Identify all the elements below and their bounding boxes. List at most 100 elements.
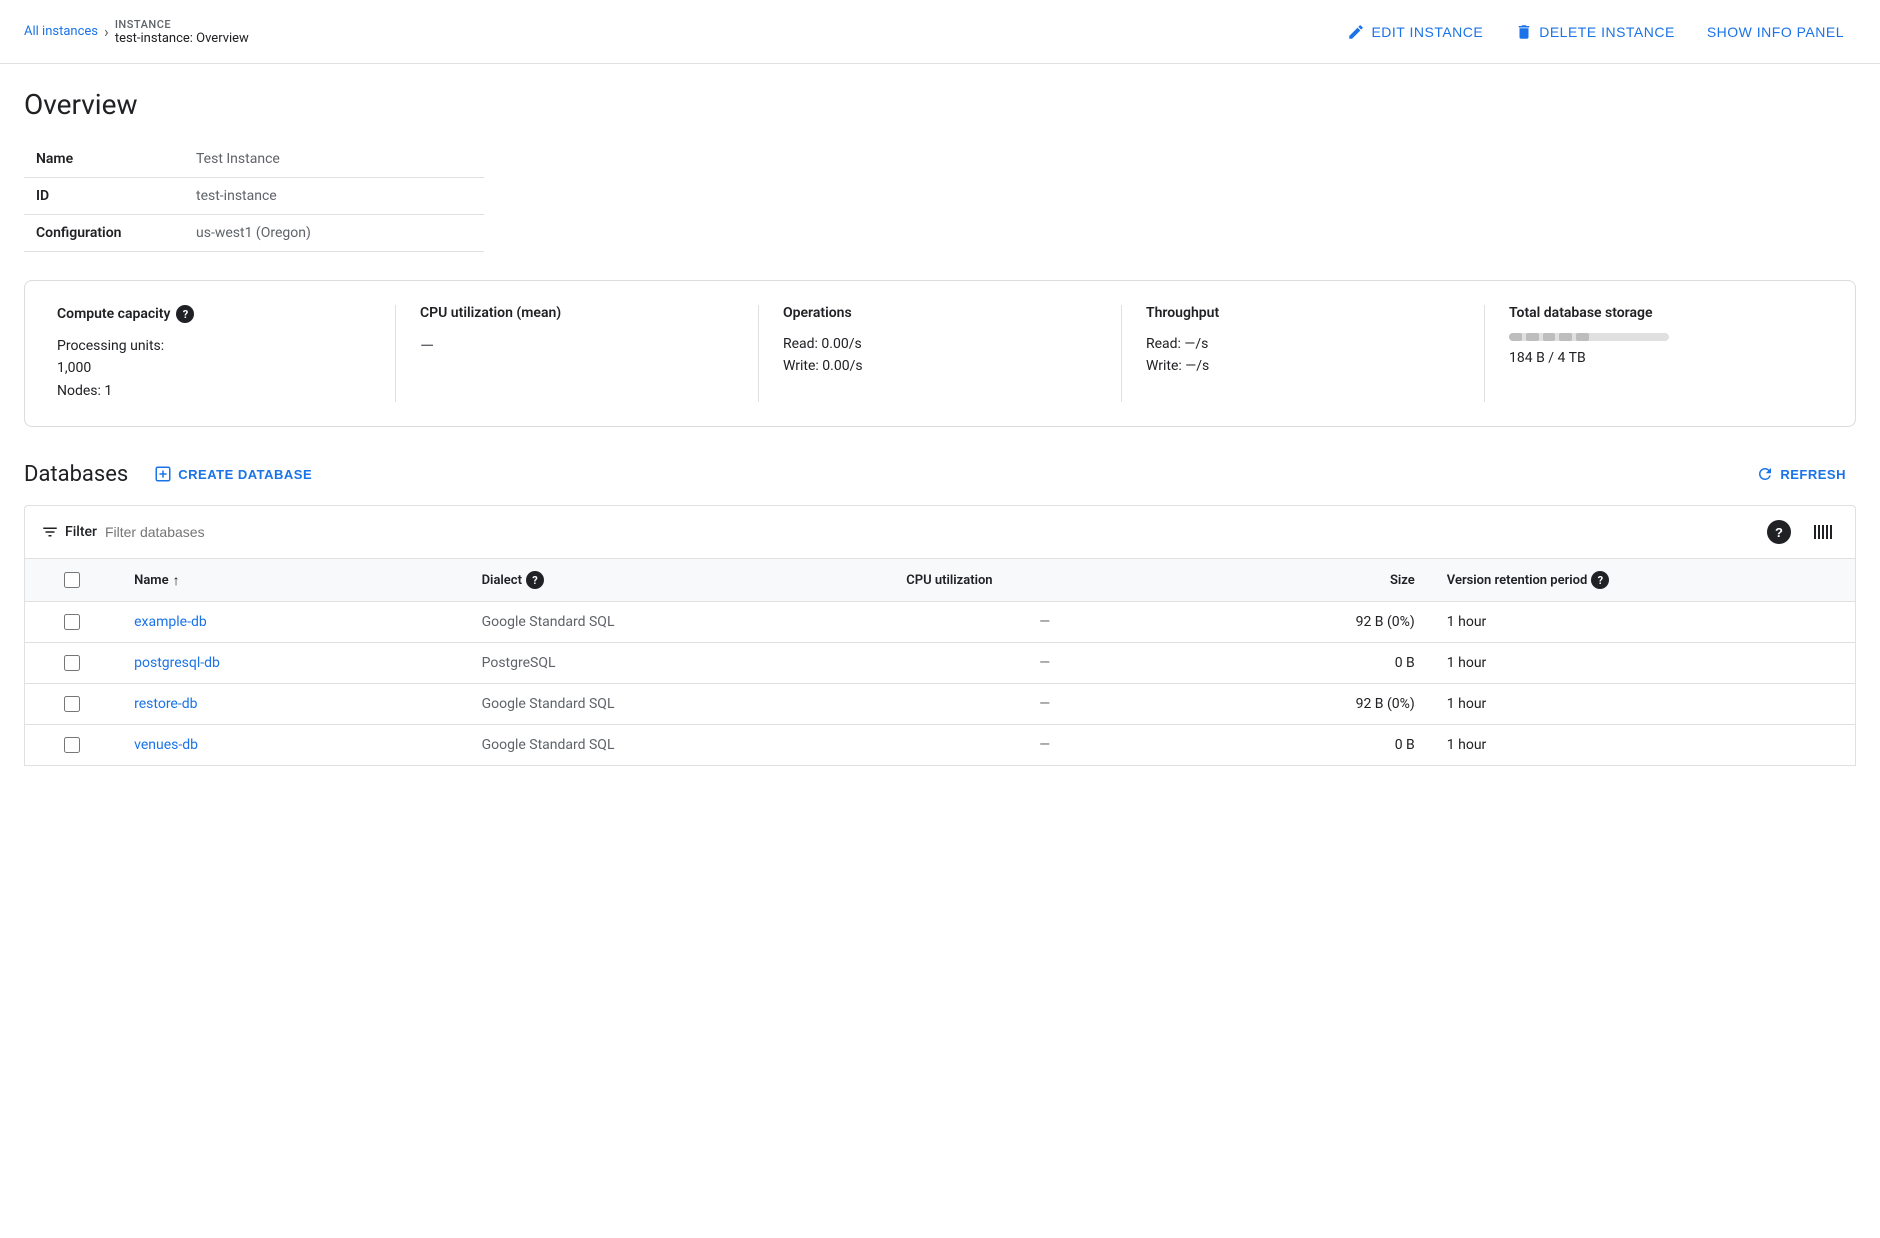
refresh-icon (1756, 465, 1774, 483)
ops-write: Write: 0.00/s (783, 355, 1097, 377)
main-content: Overview Name Test Instance ID test-inst… (0, 64, 1880, 790)
filter-left: Filter (41, 523, 305, 541)
instance-name: test-instance: Overview (115, 31, 249, 46)
row-cpu-0: — (890, 602, 1199, 643)
processing-units-number: 1,000 (57, 357, 371, 379)
overview-value-id: test-instance (184, 178, 484, 215)
table-row: postgresql-db PostgreSQL — 0 B 1 hour (25, 643, 1856, 684)
row-retention-3: 1 hour (1431, 725, 1856, 766)
metric-ops-label: Operations (783, 305, 1097, 321)
row-cpu-3: — (890, 725, 1199, 766)
header-dialect: Dialect ? (466, 559, 891, 602)
show-info-panel-button[interactable]: SHOW INFO PANEL (1695, 16, 1856, 48)
row-checkbox-cell (25, 643, 119, 684)
create-database-label: CREATE DATABASE (178, 467, 312, 482)
table-row: venues-db Google Standard SQL — 0 B 1 ho… (25, 725, 1856, 766)
storage-bar-fill-2 (1526, 333, 1539, 341)
table-row: restore-db Google Standard SQL — 92 B (0… (25, 684, 1856, 725)
metric-cpu-value: — (420, 333, 734, 362)
ops-read: Read: 0.00/s (783, 333, 1097, 355)
overview-row-config: Configuration us-west1 (Oregon) (24, 215, 484, 252)
select-all-checkbox[interactable] (64, 572, 80, 588)
filter-icon (41, 523, 59, 541)
db-name-link-1[interactable]: postgresql-db (134, 655, 220, 671)
row-retention-1: 1 hour (1431, 643, 1856, 684)
databases-title-row: Databases CREATE DATABASE (24, 459, 322, 489)
row-size-0: 92 B (0%) (1199, 602, 1431, 643)
create-db-icon (154, 465, 172, 483)
db-name-link-2[interactable]: restore-db (134, 696, 197, 712)
db-name-link-3[interactable]: venues-db (134, 737, 198, 753)
row-dialect-1: PostgreSQL (466, 643, 891, 684)
filter-help-button[interactable]: ? (1763, 516, 1795, 548)
instance-label: INSTANCE (115, 18, 249, 31)
overview-table: Name Test Instance ID test-instance Conf… (24, 141, 484, 252)
row-name-1: postgresql-db (118, 643, 465, 684)
columns-icon (1811, 520, 1835, 544)
row-checkbox-1[interactable] (64, 655, 80, 671)
delete-icon (1515, 23, 1533, 41)
row-checkbox-2[interactable] (64, 696, 80, 712)
metrics-card: Compute capacity ? Processing units: 1,0… (24, 280, 1856, 427)
row-name-0: example-db (118, 602, 465, 643)
row-size-1: 0 B (1199, 643, 1431, 684)
delete-instance-button[interactable]: DELETE INSTANCE (1503, 15, 1687, 49)
header-cpu: CPU utilization (890, 559, 1199, 602)
filter-input[interactable] (105, 524, 305, 540)
db-name-link-0[interactable]: example-db (134, 614, 207, 630)
filter-bar: Filter ? (24, 505, 1856, 559)
header-retention: Version retention period ? (1431, 559, 1856, 602)
filter-right: ? (1763, 516, 1839, 548)
retention-help-icon[interactable]: ? (1591, 571, 1609, 589)
page-title: Overview (24, 88, 1856, 121)
row-checkbox-0[interactable] (64, 614, 80, 630)
header-size: Size (1199, 559, 1431, 602)
top-bar: All instances › INSTANCE test-instance: … (0, 0, 1880, 64)
storage-used-text: 184 B / 4 TB (1509, 347, 1823, 369)
metric-compute-value: Processing units: 1,000 Nodes: 1 (57, 335, 371, 402)
edit-icon (1347, 23, 1365, 41)
databases-header: Databases CREATE DATABASE REFRESH (24, 459, 1856, 489)
overview-label-id: ID (24, 178, 184, 215)
create-database-button[interactable]: CREATE DATABASE (144, 459, 322, 489)
storage-bar-fill-4 (1559, 333, 1572, 341)
storage-bar-fill-5 (1576, 333, 1589, 341)
row-size-2: 92 B (0%) (1199, 684, 1431, 725)
overview-label-config: Configuration (24, 215, 184, 252)
storage-bar-fill (1509, 333, 1522, 341)
metric-ops-value: Read: 0.00/s Write: 0.00/s (783, 333, 1097, 378)
row-checkbox-cell (25, 684, 119, 725)
row-checkbox-3[interactable] (64, 737, 80, 753)
metric-operations: Operations Read: 0.00/s Write: 0.00/s (783, 305, 1122, 402)
row-dialect-3: Google Standard SQL (466, 725, 891, 766)
row-name-3: venues-db (118, 725, 465, 766)
refresh-button[interactable]: REFRESH (1746, 459, 1856, 489)
overview-row-id: ID test-instance (24, 178, 484, 215)
metric-compute-label: Compute capacity ? (57, 305, 371, 323)
compute-help-icon[interactable]: ? (176, 305, 194, 323)
filter-label: Filter (65, 524, 97, 540)
databases-table: Name ↑ Dialect ? CPU utilization Size Ve… (24, 559, 1856, 766)
metric-compute-capacity: Compute capacity ? Processing units: 1,0… (57, 305, 396, 402)
row-name-2: restore-db (118, 684, 465, 725)
row-cpu-2: — (890, 684, 1199, 725)
all-instances-link[interactable]: All instances (24, 24, 98, 39)
metric-cpu-label: CPU utilization (mean) (420, 305, 734, 321)
row-dialect-2: Google Standard SQL (466, 684, 891, 725)
sort-asc-icon: ↑ (173, 572, 180, 589)
filter-help-icon: ? (1767, 520, 1791, 544)
row-checkbox-cell (25, 725, 119, 766)
metric-throughput: Throughput Read: —/s Write: —/s (1146, 305, 1485, 402)
breadcrumb: All instances › INSTANCE test-instance: … (24, 18, 249, 46)
metric-storage-label: Total database storage (1509, 305, 1823, 321)
dialect-help-icon[interactable]: ? (526, 571, 544, 589)
metric-cpu: CPU utilization (mean) — (420, 305, 759, 402)
row-size-3: 0 B (1199, 725, 1431, 766)
storage-bar-fill-3 (1543, 333, 1556, 341)
header-name[interactable]: Name ↑ (118, 559, 465, 602)
metric-throughput-value: Read: —/s Write: —/s (1146, 333, 1460, 378)
columns-button[interactable] (1807, 516, 1839, 548)
table-header-row: Name ↑ Dialect ? CPU utilization Size Ve… (25, 559, 1856, 602)
edit-instance-button[interactable]: EDIT INSTANCE (1335, 15, 1495, 49)
table-row: example-db Google Standard SQL — 92 B (0… (25, 602, 1856, 643)
